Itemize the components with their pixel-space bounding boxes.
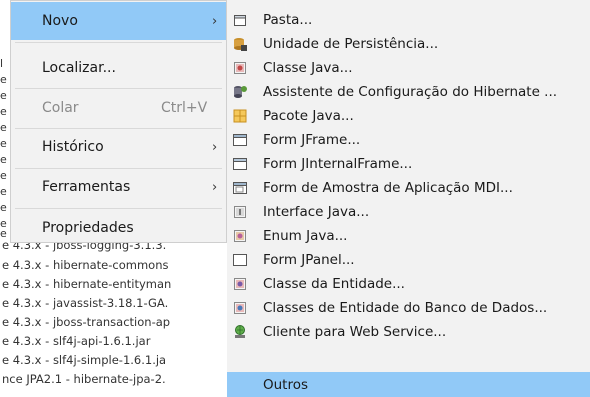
tree-row[interactable]: e 4.3.x - hibernate-commons — [2, 257, 224, 273]
submenu-item-label: Classe da Entidade... — [263, 276, 405, 292]
menu-item-historico[interactable]: Histórico › — [11, 128, 226, 166]
menu-item-label: Novo — [42, 13, 78, 29]
submenu-item-label: Cliente para Web Service... — [263, 324, 447, 340]
entity-class-icon — [232, 276, 248, 292]
submenu-item-pacote-java[interactable]: Pacote Java... — [227, 104, 590, 128]
menu-item-label: Propriedades — [42, 220, 134, 236]
submenu-item-label: Unidade de Persistência... — [263, 36, 439, 52]
menu-item-ferramentas[interactable]: Ferramentas › — [11, 168, 226, 206]
java-class-icon — [232, 60, 248, 76]
submenu-item-label: Outros — [263, 376, 309, 393]
menu-item-propriedades[interactable]: Propriedades — [11, 209, 226, 247]
submenu-item-label: Form JPanel... — [263, 252, 355, 268]
new-submenu: Pasta... Unidade de Persistência... Clas… — [227, 0, 590, 397]
tree-row-fragment: e — [0, 153, 7, 166]
submenu-item-form-jinternalframe[interactable]: Form JInternalFrame... — [227, 152, 590, 176]
persistence-unit-icon — [232, 36, 248, 52]
submenu-item-form-mdi[interactable]: Form de Amostra de Aplicação MDI... — [227, 176, 590, 200]
tree-row[interactable]: e 4.3.x - slf4j-api-1.6.1.jar — [2, 333, 224, 349]
submenu-item-label: Form de Amostra de Aplicação MDI... — [263, 180, 513, 196]
submenu-item-label: Interface Java... — [263, 204, 370, 220]
tree-row[interactable]: e 4.3.x - hibernate-entityman — [2, 276, 224, 292]
submenu-item-cliente-web-service[interactable]: Cliente para Web Service... — [227, 320, 590, 344]
tree-row[interactable]: nce JPA2.1 - hibernate-jpa-2. — [2, 371, 224, 387]
submenu-item-label: Classe Java... — [263, 60, 353, 76]
tree-row-fragment: l — [0, 57, 4, 70]
mdi-form-icon — [232, 180, 248, 196]
submenu-item-label: Assistente de Configuração do Hibernate … — [263, 84, 558, 100]
jpanel-form-icon — [232, 252, 248, 268]
menu-item-localizar[interactable]: Localizar... — [11, 49, 226, 87]
tree-row[interactable]: e 4.3.x - javassist-3.18.1-GA. — [2, 295, 224, 311]
submenu-item-label: Form JInternalFrame... — [263, 156, 413, 172]
submenu-item-unidade-persistencia[interactable]: Unidade de Persistência... — [227, 32, 590, 56]
entity-db-icon — [232, 300, 248, 316]
submenu-item-classe-entidade[interactable]: Classe da Entidade... — [227, 272, 590, 296]
menu-item-novo[interactable]: Novo › — [11, 2, 226, 40]
submenu-item-interface-java[interactable]: Interface Java... — [227, 200, 590, 224]
chevron-right-icon: › — [212, 139, 218, 155]
menu-separator — [15, 42, 222, 43]
submenu-item-form-jframe[interactable]: Form JFrame... — [227, 128, 590, 152]
tree-row-fragment: e — [0, 73, 7, 86]
submenu-item-label: Pasta... — [263, 12, 313, 28]
menu-item-label: Colar — [42, 100, 79, 116]
tree-row-fragment: e — [0, 137, 7, 150]
web-service-client-icon — [232, 324, 248, 340]
menu-item-shortcut: Ctrl+V — [161, 100, 208, 116]
jframe-form-icon — [232, 132, 248, 148]
context-menu: Novo › Localizar... Colar Ctrl+V Históri… — [10, 0, 227, 243]
java-package-icon — [232, 108, 248, 124]
tree-row[interactable]: e 4.3.x - jboss-transaction-ap — [2, 314, 224, 330]
chevron-right-icon: › — [212, 179, 218, 195]
chevron-right-icon: › — [212, 13, 218, 29]
folder-icon — [232, 12, 248, 28]
menu-item-label: Localizar... — [42, 60, 116, 76]
tree-row-fragment: e — [0, 89, 7, 102]
submenu-item-label: Pacote Java... — [263, 108, 354, 124]
submenu-item-form-jpanel[interactable]: Form JPanel... — [227, 248, 590, 272]
tree-row[interactable]: e 4.3.x - slf4j-simple-1.6.1.ja — [2, 352, 224, 368]
submenu-item-enum-java[interactable]: Enum Java... — [227, 224, 590, 248]
tree-row-fragment: e — [0, 121, 7, 134]
java-interface-icon — [232, 204, 248, 220]
submenu-item-hibernate[interactable]: Assistente de Configuração do Hibernate … — [227, 80, 590, 104]
submenu-item-label: Form JFrame... — [263, 132, 361, 148]
tree-row-fragment: e — [0, 201, 7, 214]
submenu-item-label: Classes de Entidade do Banco de Dados... — [263, 300, 548, 316]
menu-item-label: Histórico — [42, 139, 104, 155]
submenu-item-outros[interactable]: Outros — [227, 372, 590, 397]
tree-row-fragment: e — [0, 105, 7, 118]
menu-item-label: Ferramentas — [42, 179, 131, 195]
hibernate-icon — [232, 84, 248, 100]
submenu-item-classe-java[interactable]: Classe Java... — [227, 56, 590, 80]
submenu-item-pasta[interactable]: Pasta... — [227, 8, 590, 32]
java-enum-icon — [232, 228, 248, 244]
menu-item-colar[interactable]: Colar Ctrl+V — [11, 89, 226, 127]
submenu-item-label: Enum Java... — [263, 228, 348, 244]
tree-row-fragment: e — [0, 185, 7, 198]
tree-row-fragment: e — [0, 169, 7, 182]
submenu-item-entidades-banco[interactable]: Classes de Entidade do Banco de Dados... — [227, 296, 590, 320]
jinternalframe-form-icon — [232, 156, 248, 172]
